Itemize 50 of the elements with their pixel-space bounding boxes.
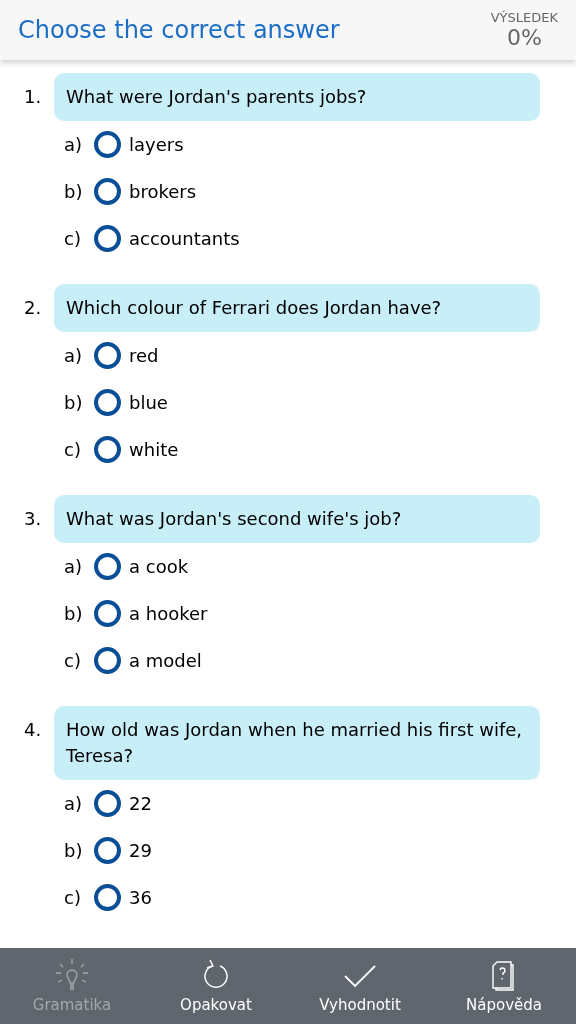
option-label[interactable]: accountants — [129, 228, 240, 249]
option-letter: c) — [64, 439, 82, 460]
option-label[interactable]: white — [129, 439, 179, 460]
option-letter: a) — [64, 345, 84, 366]
option-label[interactable]: a model — [129, 650, 202, 671]
radio-button[interactable] — [94, 884, 121, 911]
option-label[interactable]: blue — [129, 392, 168, 413]
radio-button[interactable] — [94, 225, 121, 252]
option-label[interactable]: brokers — [129, 181, 197, 202]
radio-button[interactable] — [94, 178, 121, 205]
option-label[interactable]: layers — [129, 134, 184, 155]
score-label: VÝSLEDEK — [490, 10, 558, 25]
option-letter: b) — [64, 840, 84, 861]
radio-button[interactable] — [94, 342, 121, 369]
score-value: 0% — [506, 25, 542, 50]
option-letter: c) — [64, 228, 82, 249]
toolbar-button[interactable]: Vyhodnotit — [288, 948, 432, 1024]
option-letter: a) — [64, 556, 84, 577]
option-letter: b) — [64, 603, 84, 624]
option-letter: c) — [64, 650, 82, 671]
option-label[interactable]: 36 — [129, 887, 152, 908]
option-label[interactable]: a hooker — [129, 603, 208, 624]
option-letter: a) — [64, 793, 84, 814]
option-label[interactable]: 29 — [129, 840, 152, 861]
radio-button[interactable] — [94, 131, 121, 158]
question-text: Which colour of Ferrari does Jordan have? — [54, 284, 540, 332]
option-letter: a) — [64, 134, 84, 155]
radio-button[interactable] — [94, 790, 121, 817]
toolbar-button[interactable]: Opakovat — [144, 948, 288, 1024]
question-text: What were Jordan's parents jobs? — [54, 73, 540, 121]
radio-button[interactable] — [94, 837, 121, 864]
option-label[interactable]: a cook — [129, 556, 189, 577]
radio-button[interactable] — [94, 389, 121, 416]
radio-button[interactable] — [94, 553, 121, 580]
radio-button[interactable] — [94, 647, 121, 674]
radio-button[interactable] — [94, 600, 121, 627]
radio-button[interactable] — [94, 436, 121, 463]
question-text: What was Jordan's second wife's job? — [54, 495, 540, 543]
question-number: 1. — [24, 85, 43, 107]
question-number: 4. — [24, 718, 43, 740]
option-letter: c) — [64, 887, 82, 908]
question-number: 3. — [24, 507, 43, 529]
option-label[interactable]: red — [129, 345, 159, 366]
toolbar-button[interactable]: Nápověda — [432, 948, 576, 1024]
option-label[interactable]: 22 — [129, 793, 152, 814]
question-number: 2. — [24, 296, 43, 318]
question-text: How old was Jordan when he married his first wife, Teresa? — [54, 706, 540, 780]
option-letter: b) — [64, 181, 84, 202]
option-letter: b) — [64, 392, 84, 413]
page-title: Choose the correct answer — [18, 16, 340, 44]
